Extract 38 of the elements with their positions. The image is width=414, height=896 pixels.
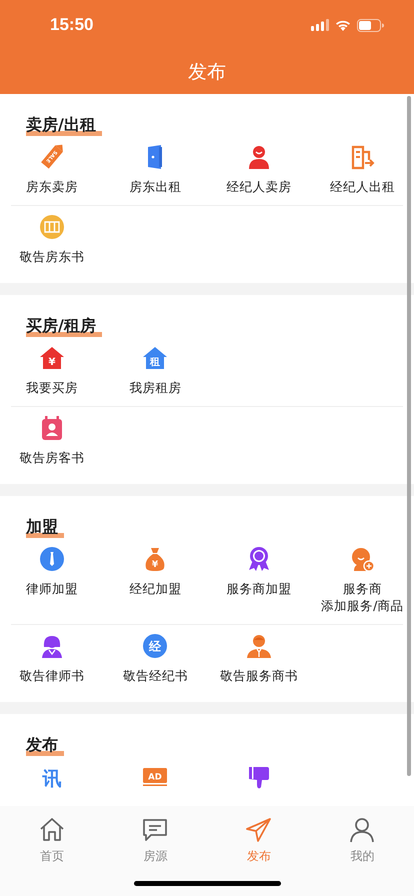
section-title: 卖房/出租 [26,114,102,136]
building-icon [349,144,376,170]
menu-item[interactable]: 律师加盟 [0,546,104,614]
house-icon: ¥ [38,345,65,371]
status-time: 15:50 [50,15,94,35]
house-icon: 租 [142,345,168,371]
menu-item[interactable]: 经 敬告经纪书 [104,633,207,684]
menu-item[interactable]: 经纪人卖房 [207,144,310,195]
menu-item[interactable]: ¥ 经纪加盟 [104,546,207,614]
menu-item[interactable]: 租 我房租房 [104,345,207,396]
menu-item[interactable]: 敬告律师书 [0,633,104,684]
text-icon: 讯 [38,764,65,790]
menu-item[interactable]: 敬告房客书 [0,415,104,466]
paper-plane-icon [244,816,273,844]
page-title: 发布 [188,60,226,85]
menu-item[interactable]: 讯 [0,764,104,790]
section-title: 买房/租房 [26,315,102,337]
wifi-icon [335,19,351,31]
menu-item[interactable]: 敬告房东书 [0,214,104,265]
user-icon [348,816,376,844]
chat-icon [141,816,170,844]
battery-icon [357,18,384,32]
menu-item[interactable]: 敬告服务商书 [207,633,310,684]
person-plus-icon [349,546,376,572]
badge-icon: 经 [142,633,168,659]
menu-item[interactable]: 服务商 添加服务/商品 [310,546,414,614]
home-icon [38,816,66,844]
menu-item[interactable]: 经纪人出租 [310,144,414,195]
menu-item[interactable]: 房东出租 [104,144,207,195]
businessman-icon [246,633,272,659]
section-title: 发布 [26,734,64,756]
tie-icon [38,546,65,572]
book-icon [38,214,65,240]
signal-icon [311,19,329,31]
menu-item[interactable]: 服务商加盟 [207,546,310,614]
section-title: 加盟 [26,516,64,538]
menu-item[interactable]: ¥ 我要买房 [0,345,104,396]
tab[interactable]: 我的 [310,816,414,865]
